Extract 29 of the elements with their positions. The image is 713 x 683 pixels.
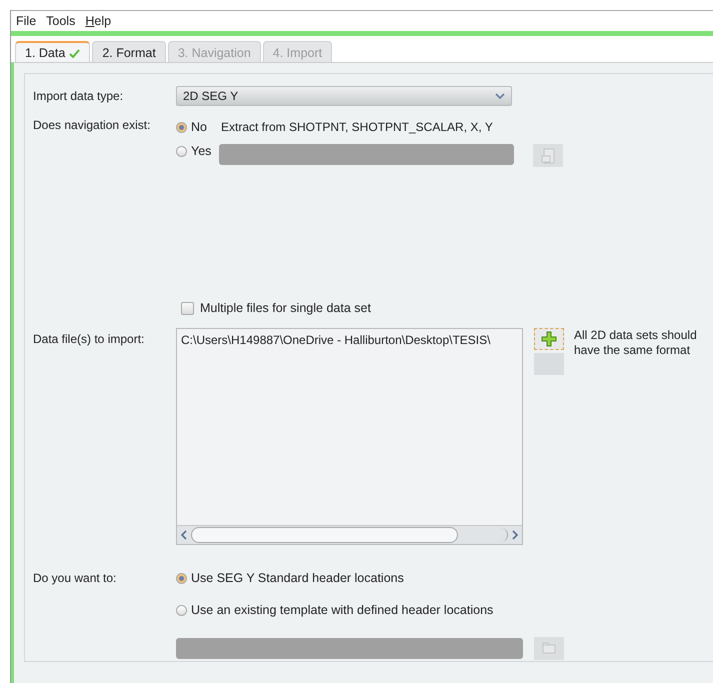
file-path[interactable]: C:\Users\H149887\OneDrive - Halliburton\Desktop\TESIS\ — [181, 333, 518, 347]
scroll-left-icon[interactable] — [180, 530, 188, 540]
file-list[interactable]: C:\Users\H149887\OneDrive - Halliburton\Desktop\TESIS\ — [176, 328, 523, 545]
field-label: Data file(s) to import: — [33, 331, 146, 348]
radio-option[interactable]: Use SEG Y Standard header locations — [176, 571, 404, 585]
folder-icon — [542, 642, 556, 654]
radio-option[interactable]: Use an existing template with defined header locations — [176, 603, 494, 617]
chevron-down-icon — [495, 93, 505, 99]
radio-option[interactable]: Yes — [176, 144, 212, 158]
data-type-dropdown[interactable]: 2D SEG Y — [176, 86, 512, 106]
file-list-icon — [541, 148, 556, 164]
field-label: Does navigation exist: — [33, 117, 152, 134]
format-hint: All 2D data sets should have the same format — [574, 328, 698, 359]
open-folder-button[interactable] — [534, 636, 564, 660]
menu-item[interactable]: Help — [85, 14, 112, 28]
navigation-note: Extract from SHOTPNT, SHOTPNT_SCALAR, X, Y — [220, 120, 493, 134]
plus-icon — [541, 331, 557, 347]
radio-option[interactable]: No — [176, 120, 207, 134]
field-label: Import data type: — [33, 88, 124, 105]
scrollbar-thumb[interactable] — [191, 527, 458, 543]
field-label: Do you want to: — [33, 570, 118, 587]
menu-item[interactable]: Tools — [46, 14, 76, 28]
tab[interactable]: 2. Format — [92, 41, 166, 62]
add-file-button[interactable] — [534, 328, 564, 350]
menu-item[interactable]: File — [16, 14, 36, 28]
browse-button[interactable] — [533, 144, 564, 167]
checkbox-option[interactable]: Multiple files for single data set — [181, 301, 371, 315]
scroll-right-icon[interactable] — [511, 530, 519, 540]
tab[interactable]: 1. Data — [15, 41, 90, 62]
